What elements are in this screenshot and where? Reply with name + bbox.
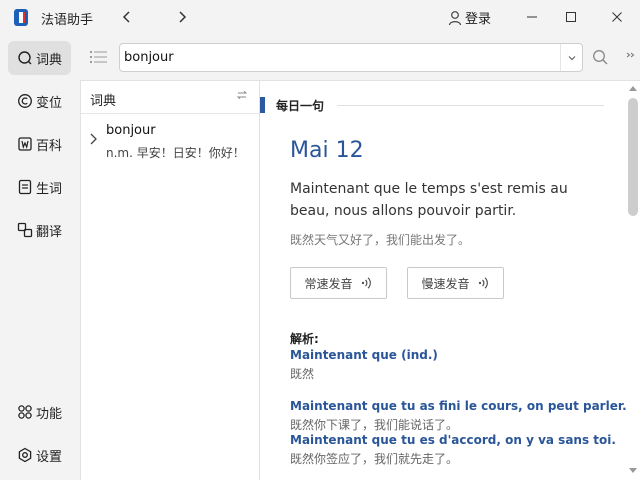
sidebar-item-encyclopedia[interactable]: 百科 bbox=[8, 127, 71, 161]
sidebar-item-vocabulary[interactable]: 生词 bbox=[8, 170, 71, 204]
audio-button-label: 常速发音 bbox=[304, 276, 353, 291]
sidebar-item-label: 词典 bbox=[36, 52, 63, 68]
analysis-example: Maintenant que tu as fini le cours, on p… bbox=[290, 399, 626, 413]
scroll-down-arrow-icon[interactable] bbox=[629, 468, 637, 473]
sidebar-item-label: 功能 bbox=[36, 406, 63, 422]
search-button[interactable] bbox=[592, 49, 609, 70]
app-logo-icon bbox=[14, 9, 28, 26]
maximize-icon bbox=[566, 12, 576, 22]
chevron-right-icon[interactable] bbox=[172, 7, 192, 27]
dictionary-search-icon bbox=[18, 51, 32, 65]
sidebar-item-label: 设置 bbox=[36, 449, 63, 465]
normal-speed-audio-button[interactable]: 常速发音 bbox=[290, 267, 387, 299]
section-title: 每日一句 bbox=[276, 99, 325, 113]
login-label: 登录 bbox=[465, 12, 492, 27]
search-bar bbox=[80, 36, 640, 80]
sidebar-item-label: 生词 bbox=[36, 181, 63, 197]
analysis-label: 解析: bbox=[290, 332, 319, 346]
sound-wave-icon bbox=[478, 277, 488, 289]
maximize-button[interactable] bbox=[558, 5, 584, 29]
daily-sentence-chinese: 既然天气又好了，我们能出发了。 bbox=[290, 233, 471, 247]
sidebar-item-label: 翻译 bbox=[36, 224, 63, 240]
chevron-down-icon bbox=[568, 55, 575, 60]
chevron-left-icon[interactable] bbox=[117, 7, 137, 27]
settings-icon bbox=[18, 447, 32, 463]
search-box bbox=[119, 43, 583, 72]
sidebar-item-features[interactable]: 功能 bbox=[8, 395, 71, 429]
entry-definition: n.m. 早安！日安！你好！ bbox=[106, 146, 245, 160]
vocabulary-icon bbox=[18, 179, 32, 195]
list-menu-icon[interactable] bbox=[90, 50, 108, 68]
sidebar-item-translate[interactable]: 翻译 bbox=[8, 213, 71, 247]
list-item[interactable]: bonjour n.m. 早安！日安！你好！ bbox=[81, 121, 259, 165]
swap-icon[interactable] bbox=[236, 90, 248, 103]
sidebar: 词典 变位 百科 生词 翻译 功能 设置 bbox=[0, 36, 80, 480]
analysis-translation: 既然你下课了，我们能说话了。 bbox=[290, 418, 459, 432]
sidebar-item-label: 百科 bbox=[36, 138, 63, 154]
close-icon bbox=[612, 12, 622, 22]
sidebar-item-conjugation[interactable]: 变位 bbox=[8, 84, 71, 118]
section-divider bbox=[337, 105, 604, 106]
analysis-phrase: Maintenant que (ind.) bbox=[290, 348, 438, 362]
more-options-icon[interactable] bbox=[626, 50, 636, 63]
search-icon bbox=[593, 50, 608, 65]
section-accent-bar bbox=[260, 97, 265, 113]
translate-icon bbox=[17, 222, 33, 238]
search-history-dropdown[interactable] bbox=[560, 44, 582, 71]
sound-wave-icon bbox=[361, 277, 371, 289]
sidebar-item-settings[interactable]: 设置 bbox=[8, 438, 71, 472]
login-button[interactable]: 登录 bbox=[448, 8, 491, 27]
minimize-button[interactable] bbox=[519, 5, 545, 29]
apps-grid-icon bbox=[18, 405, 32, 419]
scroll-up-arrow-icon[interactable] bbox=[629, 86, 637, 91]
app-title: 法语助手 bbox=[41, 13, 94, 28]
entry-word: bonjour bbox=[106, 123, 156, 138]
vertical-scrollbar[interactable] bbox=[626, 80, 640, 480]
user-icon bbox=[448, 10, 462, 26]
slow-speed-audio-button[interactable]: 慢速发音 bbox=[407, 267, 504, 299]
daily-sentence-french: Maintenant que le temps s'est remis au b… bbox=[290, 181, 568, 219]
daily-date: Mai 12 bbox=[290, 138, 364, 163]
dictionary-list-panel: 词典 bonjour n.m. 早安！日安！你好！ bbox=[80, 80, 260, 480]
sidebar-item-dictionary[interactable]: 词典 bbox=[8, 41, 71, 75]
audio-button-label: 慢速发音 bbox=[421, 276, 470, 291]
close-button[interactable] bbox=[604, 5, 630, 29]
sidebar-item-label: 变位 bbox=[36, 95, 63, 111]
analysis-translation: 既然你签应了，我们就先走了。 bbox=[290, 452, 459, 466]
conjugation-icon bbox=[18, 94, 32, 108]
chevron-right-icon[interactable] bbox=[89, 132, 99, 150]
analysis-example: Maintenant que tu es d'accord, on y va s… bbox=[290, 433, 616, 447]
dictionary-list-title: 词典 bbox=[90, 94, 117, 109]
analysis-translation: 既然 bbox=[290, 367, 315, 381]
title-bar: 法语助手 登录 bbox=[0, 0, 640, 36]
daily-sentence-panel: 每日一句 Mai 12 Maintenant que le temps s'es… bbox=[260, 80, 626, 480]
scrollbar-thumb[interactable] bbox=[628, 98, 638, 216]
encyclopedia-icon bbox=[18, 137, 32, 151]
dictionary-list-header: 词典 bbox=[81, 81, 259, 114]
minimize-icon bbox=[527, 16, 537, 18]
search-input[interactable] bbox=[124, 47, 556, 68]
